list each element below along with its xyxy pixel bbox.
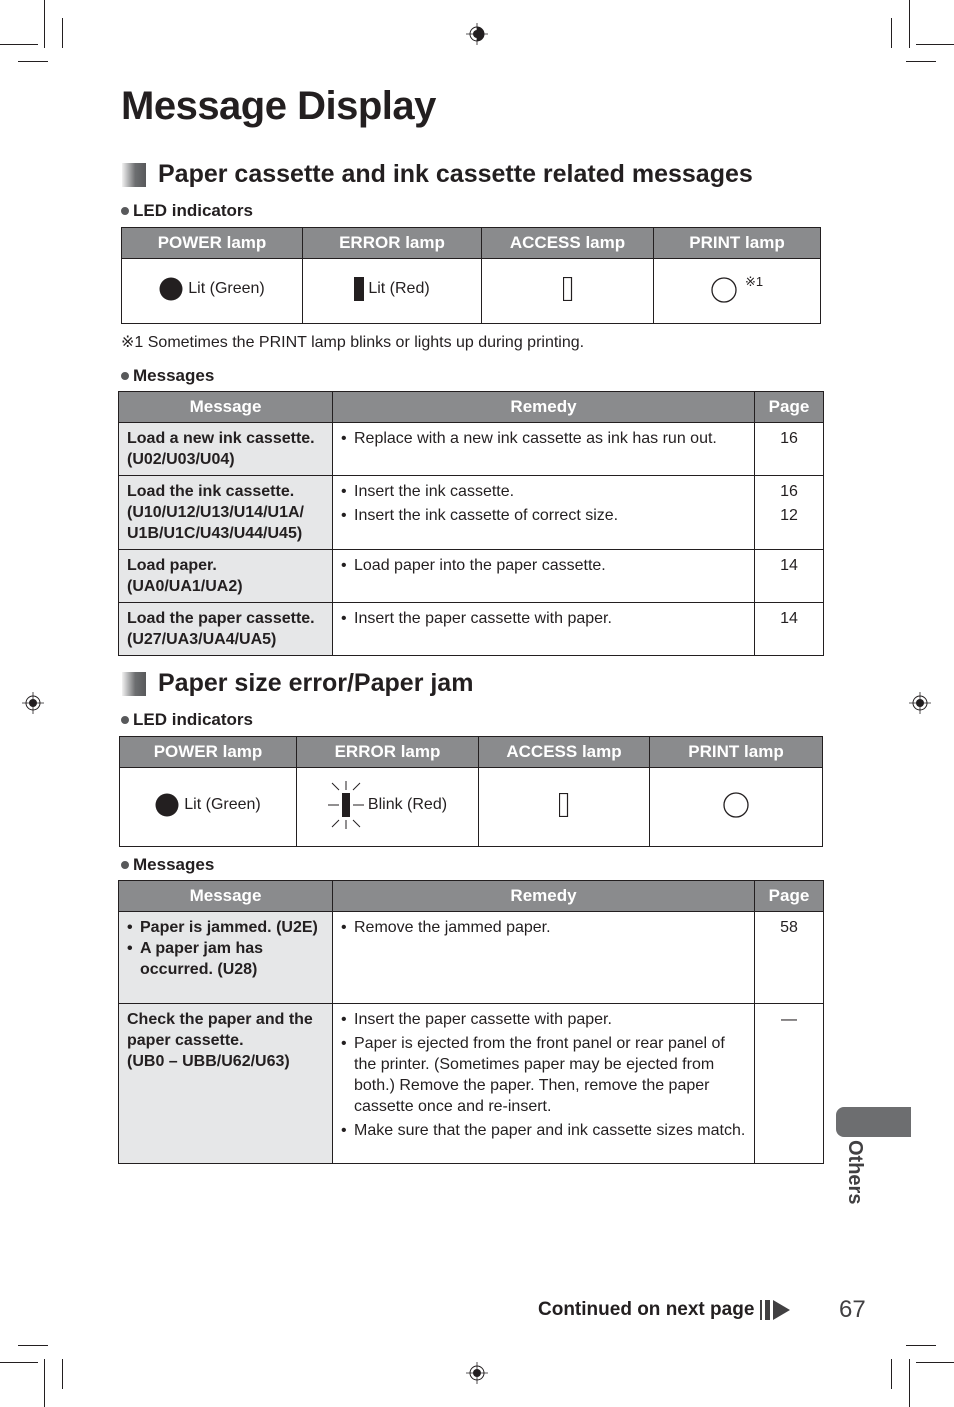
lamp-off-bar-icon (562, 276, 572, 301)
section-marker-icon (122, 162, 146, 187)
crop-mark (906, 61, 936, 62)
lamp-blink-icon (327, 780, 364, 829)
col-header: PRINT lamp (649, 736, 823, 768)
messages-table: Message Remedy Page • Paper is jammed. (U… (118, 880, 824, 1164)
error-lamp-cell: Lit (Red) (302, 258, 482, 324)
crop-mark (909, 1359, 910, 1407)
crop-mark (891, 18, 892, 48)
lamp-lit-icon (159, 277, 183, 300)
registration-mark-icon (466, 23, 488, 45)
crop-mark (62, 18, 63, 48)
error-lamp-cell: Blink (Red) (296, 767, 479, 847)
led-table: POWER lamp ERROR lamp ACCESS lamp PRINT … (119, 736, 823, 847)
led-table: POWER lamp ERROR lamp ACCESS lamp PRINT … (121, 227, 821, 324)
col-header: ACCESS lamp (481, 227, 654, 259)
col-header: Page (754, 880, 824, 912)
bullet-icon (121, 716, 129, 724)
registration-mark-icon (22, 692, 44, 714)
table-row: Load the ink cassette. (U10/U12/U13/U14/U… (118, 475, 824, 550)
page-number: 67 (839, 1296, 866, 1323)
crop-mark (0, 1362, 38, 1363)
section-title: Paper size error/Paper jam (122, 669, 473, 698)
col-header: Message (118, 391, 333, 423)
lamp-lit-bar-icon (354, 276, 365, 301)
lamp-off-bar-icon (558, 792, 569, 817)
lamp-lit-icon (155, 793, 179, 816)
table-row: • Paper is jammed. (U2E) • A paper jam has … (118, 911, 824, 1004)
side-tab-label: Others (844, 1140, 866, 1205)
table-row: Load the paper cassette. (U27/UA3/UA4/UA5… (118, 602, 824, 656)
access-lamp-cell (478, 767, 650, 847)
crop-mark (909, 0, 910, 48)
table-row: Load a new ink cassette. (U02/U03/U04) • R… (118, 422, 824, 476)
section-title: Paper cassette and ink cassette related … (122, 160, 753, 189)
col-header: Remedy (332, 880, 755, 912)
crop-mark (916, 1362, 954, 1363)
subheading-led: LED indicators (121, 201, 253, 221)
table-row: Load paper. (UA0/UA1/UA2) • Load paper int… (118, 549, 824, 603)
print-lamp-cell: ※1 (653, 258, 821, 324)
access-lamp-cell (481, 258, 654, 324)
crop-mark (18, 1345, 48, 1346)
crop-mark (44, 0, 45, 48)
crop-mark (18, 61, 48, 62)
page-title: Message Display (121, 84, 436, 128)
registration-mark-icon (466, 1362, 488, 1384)
col-header: POWER lamp (121, 227, 303, 259)
lamp-off-icon (723, 791, 749, 818)
crop-mark (44, 1359, 45, 1407)
col-header: Remedy (332, 391, 755, 423)
lamp-off-icon (711, 277, 737, 303)
footnote-mark: ※1 (744, 274, 764, 289)
footnote: ※1 Sometimes the PRINT lamp blinks or li… (121, 334, 585, 351)
crop-mark (0, 44, 38, 45)
power-lamp-cell: Lit (Green) (119, 767, 297, 847)
crop-mark (916, 44, 954, 45)
table-row: Check the paper and the paper cassette.(… (118, 1003, 824, 1164)
col-header: ERROR lamp (296, 736, 479, 768)
messages-table: Message Remedy Page Load a new ink casse… (118, 391, 824, 656)
bullet-icon (121, 372, 129, 380)
section-marker-icon (122, 671, 146, 696)
col-header: PRINT lamp (653, 227, 821, 259)
bullet-icon (121, 207, 129, 215)
continue-arrow-icon (760, 1300, 791, 1320)
crop-mark (62, 1359, 63, 1389)
col-header: Page (754, 391, 824, 423)
continued-link[interactable]: Continued on next page (538, 1299, 791, 1321)
print-lamp-cell (649, 767, 823, 847)
crop-mark (891, 1359, 892, 1389)
crop-mark (906, 1345, 936, 1346)
registration-mark-icon (909, 692, 931, 714)
col-header: ERROR lamp (302, 227, 482, 259)
subheading-led: LED indicators (121, 710, 253, 730)
subheading-messages: Messages (121, 855, 214, 875)
subheading-messages: Messages (121, 366, 214, 386)
col-header: Message (118, 880, 333, 912)
col-header: ACCESS lamp (478, 736, 650, 768)
bullet-icon (121, 861, 129, 869)
col-header: POWER lamp (119, 736, 297, 768)
side-tab[interactable] (836, 1107, 911, 1137)
power-lamp-cell: Lit (Green) (121, 258, 303, 324)
